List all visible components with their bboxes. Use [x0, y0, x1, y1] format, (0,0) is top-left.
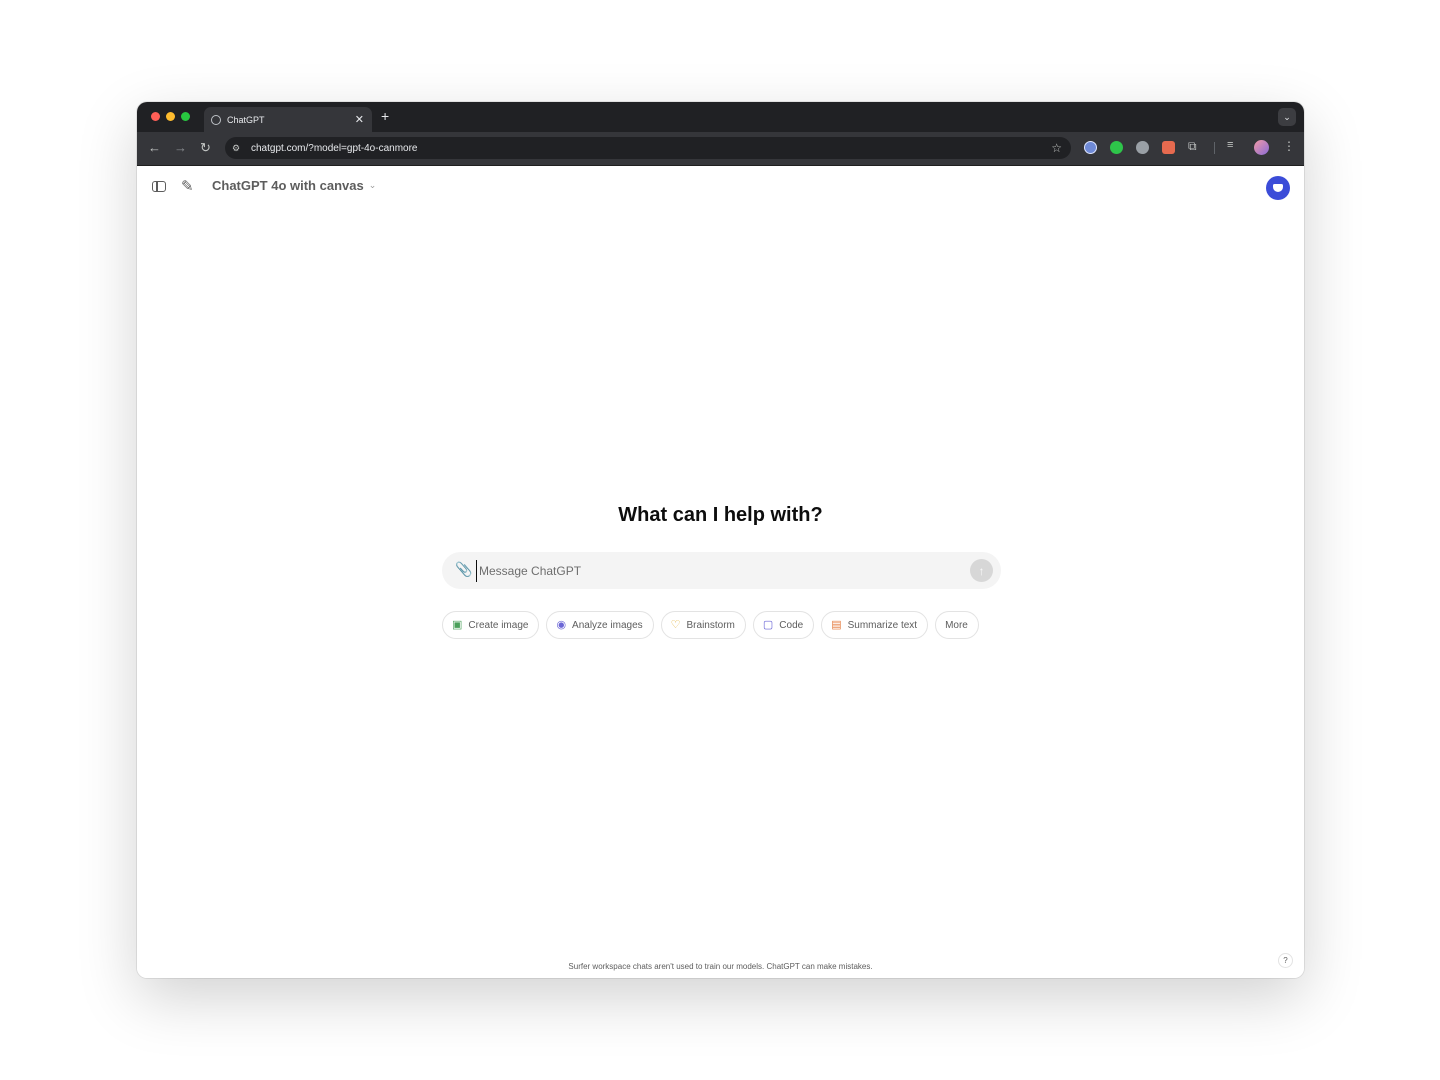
close-tab-icon[interactable]: ✕ [355, 113, 364, 126]
browser-menu-icon[interactable]: ⋮ [1283, 139, 1295, 153]
suggestion-label: Code [779, 619, 804, 631]
document-icon: ▤ [831, 618, 842, 631]
tab-strip: ChatGPT ✕ + ⌄ [137, 102, 1304, 132]
media-controls-icon[interactable]: ≡ [1227, 139, 1233, 151]
message-input[interactable] [476, 560, 961, 582]
tab-search-button[interactable]: ⌄ [1278, 108, 1296, 126]
extension-1-icon[interactable] [1084, 141, 1097, 154]
reload-button[interactable]: ↻ [200, 140, 211, 156]
lightbulb-icon: ♡ [670, 618, 681, 631]
chevron-down-icon: ⌄ [368, 180, 377, 190]
model-picker[interactable]: ChatGPT 4o with canvas ⌄ [212, 178, 376, 193]
window-controls [151, 112, 190, 121]
suggestion-analyze-images[interactable]: ◉ Analyze images [546, 611, 654, 639]
new-tab-button[interactable]: + [381, 108, 389, 124]
chatgpt-app: ✎ ChatGPT 4o with canvas ⌄ What can I he… [137, 166, 1304, 978]
suggestion-label: Brainstorm [686, 619, 735, 631]
close-window-button[interactable] [151, 112, 160, 121]
new-chat-icon[interactable]: ✎ [181, 177, 194, 195]
send-button[interactable]: ↑ [970, 559, 993, 582]
extension-2-icon[interactable] [1110, 141, 1123, 154]
suggestion-label: Summarize text [847, 619, 918, 631]
extension-4-icon[interactable] [1162, 141, 1175, 154]
sidebar-toggle-icon[interactable] [152, 181, 166, 192]
tab-title: ChatGPT [227, 114, 265, 125]
toolbar-divider [1214, 142, 1215, 154]
help-button[interactable]: ? [1278, 953, 1293, 968]
workspace-avatar[interactable] [1266, 176, 1290, 200]
bookmark-star-icon[interactable]: ☆ [1051, 141, 1062, 155]
eye-icon: ◉ [556, 618, 567, 631]
suggestion-label: More [945, 619, 968, 631]
workspace-badge-icon [1273, 184, 1283, 192]
suggestion-code[interactable]: ▢ Code [752, 611, 815, 639]
suggestion-label: Create image [468, 619, 529, 631]
suggestion-summarize-text[interactable]: ▤ Summarize text [821, 611, 929, 639]
grammarly-icon[interactable] [1136, 141, 1149, 154]
minimize-window-button[interactable] [166, 112, 175, 121]
profile-avatar[interactable] [1254, 140, 1269, 155]
forward-button[interactable]: → [174, 140, 187, 155]
back-button[interactable]: ← [148, 140, 161, 155]
maximize-window-button[interactable] [181, 112, 190, 121]
suggestion-label: Analyze images [572, 619, 643, 631]
paperclip-icon[interactable]: 📎 [455, 561, 472, 578]
url-text[interactable]: chatgpt.com/?model=gpt-4o-canmore [251, 143, 1051, 154]
page-title: What can I help with? [618, 504, 823, 526]
openai-logo-icon [211, 114, 221, 125]
chevron-down-icon: ⌄ [1283, 111, 1291, 122]
suggestion-create-image[interactable]: ▣ Create image [442, 611, 540, 639]
address-bar[interactable]: ⚙ chatgpt.com/?model=gpt-4o-canmore ☆ [225, 137, 1071, 159]
message-composer: 📎 ↑ [442, 552, 1001, 589]
browser-tab[interactable]: ChatGPT ✕ [204, 107, 372, 132]
browser-toolbar: ← → ↻ ⚙ chatgpt.com/?model=gpt-4o-canmor… [137, 132, 1304, 166]
browser-window: ChatGPT ✕ + ⌄ ← → ↻ ⚙ chatgpt.com/?model… [137, 102, 1304, 978]
suggestion-chips: ▣ Create image ◉ Analyze images ♡ Brains… [442, 611, 979, 639]
image-icon: ▣ [452, 618, 463, 631]
site-info-icon[interactable]: ⚙ [232, 143, 244, 153]
model-name: ChatGPT 4o with canvas [212, 178, 364, 193]
disclaimer-text: Surfer workspace chats aren't used to tr… [568, 962, 873, 971]
extensions-puzzle-icon[interactable]: ⧉ [1188, 139, 1197, 154]
code-icon: ▢ [762, 618, 774, 631]
suggestion-more[interactable]: More [935, 611, 979, 639]
suggestion-brainstorm[interactable]: ♡ Brainstorm [660, 611, 746, 639]
